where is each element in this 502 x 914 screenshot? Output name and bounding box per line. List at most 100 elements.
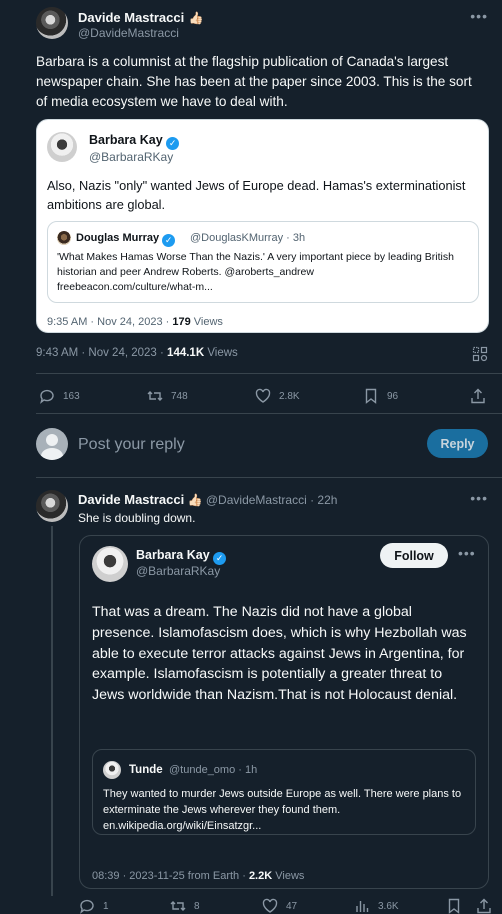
current-user-avatar <box>36 428 68 460</box>
more-options-icon[interactable]: ••• <box>470 8 488 24</box>
quoted-timestamp: 9:35 AM · Nov 24, 2023 · <box>47 316 173 328</box>
heart-icon <box>255 388 271 403</box>
like-count: 47 <box>286 900 298 912</box>
views-action-button[interactable]: 3.6K <box>354 898 399 914</box>
verified-badge-icon: ✓ <box>162 234 176 247</box>
tweet-thread-page: Davide Mastracci 👍🏻 @DavideMastracci •••… <box>0 0 502 914</box>
nested-quoted-tweet-card[interactable]: Douglas Murray ✓ @DouglasKMurray · 3h 'W… <box>47 221 479 303</box>
nested-author-avatar <box>103 761 121 779</box>
nested-author-avatar <box>57 231 71 245</box>
bookmark-count: 96 <box>387 390 399 402</box>
author-name-row: Davide Mastracci 👍🏻 <box>78 9 204 27</box>
quoted-tweet-footer: 08:39 · 2023-11-25 from Earth · 2.2K Vie… <box>92 870 304 882</box>
quoted-tweet-card[interactable]: Barbara Kay ✓ @BarbaraRKay Also, Nazis "… <box>36 119 489 333</box>
quoted-author-handle: @BarbaraRKay <box>89 150 174 164</box>
nested-time: · 1h <box>238 764 258 776</box>
nested-author-name: Douglas Murray <box>76 232 160 244</box>
reply-action-button[interactable]: 1 <box>79 898 109 914</box>
reply-tweet-text: She is doubling down. <box>78 511 196 525</box>
reply-input[interactable] <box>78 433 408 457</box>
quoted-author-name[interactable]: Barbara Kay <box>136 548 210 562</box>
quoted-author-name-row: Barbara Kay ✓ <box>136 548 227 565</box>
tweet-views-label: Views <box>204 347 238 359</box>
quoted-author-name-row: Barbara Kay ✓ <box>89 133 180 150</box>
quoted-tweet-text: That was a dream. The Nazis did not have… <box>92 604 467 704</box>
reply-author-row: Davide Mastracci 👍🏻 @DavideMastracci · 2… <box>78 492 337 507</box>
reply-button[interactable]: Reply <box>427 429 488 458</box>
more-options-icon[interactable]: ••• <box>470 490 488 506</box>
follow-button[interactable]: Follow <box>380 543 448 568</box>
like-count: 2.8K <box>279 390 300 402</box>
reply-author-avatar[interactable] <box>36 490 68 522</box>
quoted-timestamp: 08:39 · 2023-11-25 from Earth · <box>92 870 249 882</box>
quoted-views-count: 2.2K <box>248 870 273 882</box>
nested-author-meta: @tunde_omo · 1h <box>169 764 257 776</box>
nested-tweet-link[interactable]: freebeacon.com/culture/what-m... <box>57 281 213 293</box>
nested-author-name: Tunde <box>129 764 163 776</box>
quoted-tweet-card[interactable]: Barbara Kay ✓ @BarbaraRKay Follow ••• Th… <box>79 535 489 889</box>
bookmark-icon <box>448 898 460 914</box>
author-handle[interactable]: @DavideMastracci <box>78 26 179 40</box>
nested-author-meta: @DouglasKMurray · 3h <box>190 232 306 244</box>
heart-icon <box>262 898 278 913</box>
share-icon <box>471 388 485 404</box>
tweet-timestamp-views: 9:43 AM · Nov 24, 2023 · 144.1K Views <box>36 347 238 359</box>
quoted-author-handle[interactable]: @BarbaraRKay <box>136 564 220 578</box>
bookmark-icon <box>365 388 377 404</box>
retweet-action-button[interactable]: 8 <box>170 898 200 914</box>
reply-count: 163 <box>63 390 80 402</box>
quoted-author-avatar <box>47 132 77 162</box>
reply-count: 1 <box>103 900 109 912</box>
reply-time[interactable]: · 22h <box>310 493 337 507</box>
nested-author-name-row: Douglas Murray ✓ <box>76 232 176 247</box>
retweet-icon <box>147 391 163 401</box>
verified-badge-icon: ✓ <box>166 137 180 150</box>
nested-tweet-body: 'What Makes Hamas Worse Than the Nazis.'… <box>57 251 454 278</box>
quoted-views-label: Views <box>272 870 305 882</box>
views-count: 3.6K <box>378 900 399 912</box>
nested-tweet-text: They wanted to murder Jews outside Europ… <box>103 786 473 834</box>
nested-tweet-body: They wanted to murder Jews outside Europ… <box>103 788 462 816</box>
analytics-grid-icon[interactable] <box>472 346 488 362</box>
share-action-button[interactable] <box>470 388 486 404</box>
bookmark-action-button[interactable] <box>446 898 462 914</box>
thumbs-up-emoji-icon: 👍🏻 <box>188 11 204 25</box>
quoted-author-name: Barbara Kay <box>89 133 163 147</box>
tweet-views-count: 144.1K <box>167 347 205 359</box>
divider <box>36 477 502 478</box>
tweet-timestamp[interactable]: 9:43 AM · Nov 24, 2023 · <box>36 347 167 359</box>
retweet-action-button[interactable]: 748 <box>147 388 188 404</box>
divider <box>36 413 502 414</box>
nested-author-handle: @DouglasKMurray <box>190 232 284 244</box>
reply-author-handle[interactable]: @DavideMastracci <box>206 493 307 507</box>
author-avatar[interactable] <box>36 7 68 39</box>
bookmark-action-button[interactable]: 96 <box>363 388 398 404</box>
retweet-count: 8 <box>194 900 200 912</box>
nested-quoted-tweet-card[interactable]: Tunde @tunde_omo · 1h They wanted to mur… <box>92 749 476 835</box>
divider <box>36 373 502 374</box>
share-icon <box>477 898 491 914</box>
thread-connector-line <box>51 526 53 896</box>
quoted-views-label: Views <box>190 316 223 328</box>
reply-bubble-icon <box>40 389 54 404</box>
quoted-tweet-footer: 9:35 AM · Nov 24, 2023 · 179 Views <box>47 316 223 328</box>
retweet-icon <box>170 901 186 911</box>
quoted-tweet-text: Also, Nazis "only" wanted Jews of Europe… <box>47 178 466 212</box>
reply-bubble-icon <box>80 899 94 914</box>
nested-time: 3h <box>292 232 306 244</box>
retweet-count: 748 <box>171 390 188 402</box>
nested-tweet-link[interactable]: en.wikipedia.org/wiki/Einsatzgr... <box>103 820 261 832</box>
reply-action-button[interactable]: 163 <box>39 388 80 404</box>
quoted-views-count: 179 <box>172 316 191 328</box>
nested-author-handle: @tunde_omo <box>169 764 236 776</box>
author-name[interactable]: Davide Mastracci <box>78 10 184 25</box>
share-action-button[interactable] <box>476 898 492 914</box>
tweet-text: Barbara is a columnist at the flagship p… <box>36 54 472 109</box>
thumbs-up-emoji-icon: 👍🏻 <box>187 493 203 507</box>
reply-author-name[interactable]: Davide Mastracci <box>78 492 184 507</box>
like-action-button[interactable]: 2.8K <box>255 388 300 404</box>
quoted-author-avatar[interactable] <box>92 546 128 582</box>
more-options-icon[interactable]: ••• <box>458 545 476 561</box>
nested-tweet-text: 'What Makes Hamas Worse Than the Nazis.'… <box>57 250 467 295</box>
like-action-button[interactable]: 47 <box>262 898 297 914</box>
